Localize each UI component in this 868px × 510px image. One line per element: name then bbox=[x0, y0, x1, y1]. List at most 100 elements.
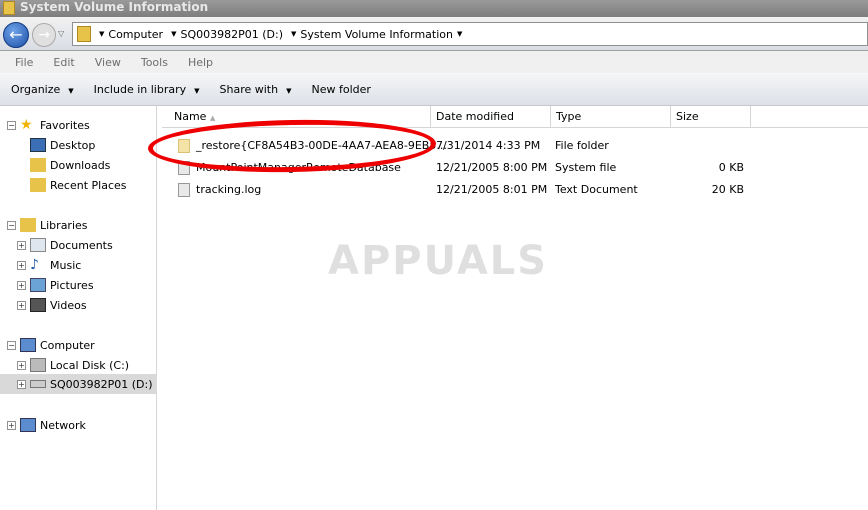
chevron-down-icon[interactable]: ▼ bbox=[99, 30, 104, 38]
expand-icon[interactable]: + bbox=[17, 240, 26, 250]
pictures-icon bbox=[30, 278, 46, 292]
chevron-down-icon[interactable]: ▼ bbox=[291, 30, 296, 38]
file-type: Text Document bbox=[555, 183, 638, 196]
nav-downloads[interactable]: Downloads bbox=[30, 155, 110, 175]
menu-bar: File Edit View Tools Help bbox=[0, 51, 868, 73]
star-icon: ★ bbox=[20, 117, 33, 133]
videos-icon bbox=[30, 298, 46, 312]
breadcrumb-folder[interactable]: System Volume Information bbox=[300, 28, 453, 41]
chevron-down-icon: ▼ bbox=[286, 86, 292, 95]
column-size[interactable]: Size bbox=[671, 106, 751, 128]
file-date: 12/21/2005 8:01 PM bbox=[436, 183, 548, 196]
command-bar: Organize ▼ Include in library ▼ Share with… bbox=[0, 73, 868, 106]
libraries-icon bbox=[20, 218, 36, 232]
nav-label: Desktop bbox=[50, 138, 96, 152]
chevron-down-icon[interactable]: ▼ bbox=[171, 30, 176, 38]
include-in-library-button[interactable]: Include in library ▼ bbox=[94, 83, 200, 96]
expand-icon[interactable]: + bbox=[17, 360, 26, 370]
network-icon bbox=[20, 418, 36, 432]
nav-network[interactable]: + Network bbox=[7, 415, 86, 435]
chevron-down-icon: ▼ bbox=[194, 86, 200, 95]
nav-documents[interactable]: + Documents bbox=[17, 235, 113, 255]
address-row: ← → ▽ ▼ Computer ▼ SQ003982P01 (D:) ▼ Syste… bbox=[0, 17, 868, 51]
downloads-icon bbox=[30, 158, 46, 172]
menu-file[interactable]: File bbox=[15, 56, 33, 69]
file-row[interactable]: tracking.log 12/21/2005 8:01 PM Text Doc… bbox=[162, 179, 868, 201]
nav-label: Local Disk (C:) bbox=[50, 358, 130, 372]
expand-icon[interactable]: + bbox=[17, 300, 26, 310]
menu-help[interactable]: Help bbox=[188, 56, 213, 69]
nav-label: Downloads bbox=[50, 158, 111, 172]
share-label: Share with bbox=[219, 82, 279, 96]
breadcrumb-drive[interactable]: SQ003982P01 (D:) bbox=[180, 28, 283, 41]
nav-label: Pictures bbox=[50, 278, 94, 292]
nav-label: Computer bbox=[40, 338, 95, 352]
nav-videos[interactable]: + Videos bbox=[17, 295, 87, 315]
computer-icon bbox=[20, 338, 36, 352]
title-bar: System Volume Information bbox=[0, 0, 868, 17]
recent-pages-dropdown[interactable]: ▽ bbox=[58, 29, 64, 38]
folder-icon bbox=[3, 1, 15, 15]
documents-icon bbox=[30, 238, 46, 252]
folder-icon bbox=[77, 26, 91, 42]
expand-icon[interactable]: + bbox=[17, 379, 26, 389]
sort-ascending-icon: ▲ bbox=[209, 114, 216, 122]
nav-recent-places[interactable]: Recent Places bbox=[30, 175, 127, 195]
new-folder-button[interactable]: New folder bbox=[311, 83, 370, 96]
chevron-down-icon: ▼ bbox=[68, 86, 74, 95]
file-date: 7/31/2014 4:33 PM bbox=[436, 139, 541, 152]
nav-desktop[interactable]: Desktop bbox=[30, 135, 95, 155]
organize-button[interactable]: Organize ▼ bbox=[11, 83, 74, 96]
collapse-icon[interactable]: − bbox=[7, 220, 16, 230]
nav-local-disk[interactable]: + Local Disk (C:) bbox=[17, 355, 129, 375]
nav-label: Documents bbox=[50, 238, 113, 252]
address-bar[interactable]: ▼ Computer ▼ SQ003982P01 (D:) ▼ System Volu… bbox=[72, 22, 868, 46]
collapse-icon[interactable]: − bbox=[7, 120, 16, 130]
nav-drive-d[interactable]: + SQ003982P01 (D:) bbox=[0, 374, 157, 394]
file-date: 12/21/2005 8:00 PM bbox=[436, 161, 548, 174]
nav-libraries[interactable]: − Libraries bbox=[7, 215, 88, 235]
breadcrumb-computer[interactable]: Computer bbox=[108, 28, 163, 41]
recent-places-icon bbox=[30, 178, 46, 192]
navigation-pane: − ★ Favorites Desktop Downloads Recent Pla… bbox=[0, 106, 157, 510]
column-type[interactable]: Type bbox=[551, 106, 671, 128]
drive-icon bbox=[30, 358, 46, 372]
nav-label: Recent Places bbox=[50, 178, 127, 192]
forward-button[interactable]: → bbox=[32, 23, 56, 47]
file-size: 0 KB bbox=[718, 161, 744, 174]
nav-label: Videos bbox=[50, 298, 87, 312]
menu-view[interactable]: View bbox=[95, 56, 121, 69]
expand-icon[interactable]: + bbox=[7, 420, 16, 430]
menu-tools[interactable]: Tools bbox=[141, 56, 168, 69]
file-type: System file bbox=[555, 161, 617, 174]
include-label: Include in library bbox=[93, 82, 187, 96]
organize-label: Organize bbox=[11, 82, 61, 96]
nav-favorites[interactable]: − ★ Favorites bbox=[7, 115, 90, 135]
nav-label: Libraries bbox=[40, 218, 88, 232]
file-type: File folder bbox=[555, 139, 609, 152]
nav-label: Music bbox=[50, 258, 82, 272]
nav-label: SQ003982P01 (D:) bbox=[50, 377, 153, 391]
back-button[interactable]: ← bbox=[3, 22, 29, 48]
window-title: System Volume Information bbox=[20, 0, 209, 14]
menu-edit[interactable]: Edit bbox=[53, 56, 74, 69]
locked-file-icon bbox=[178, 183, 190, 197]
nav-music[interactable]: + ♪ Music bbox=[17, 255, 81, 275]
removable-drive-icon bbox=[30, 380, 46, 388]
expand-icon[interactable]: + bbox=[17, 260, 26, 270]
watermark-logo: APPUALS bbox=[328, 238, 549, 284]
expand-icon[interactable]: + bbox=[17, 280, 26, 290]
file-name: tracking.log bbox=[196, 183, 262, 196]
music-icon: ♪ bbox=[30, 257, 39, 273]
nav-computer[interactable]: − Computer bbox=[7, 335, 95, 355]
share-with-button[interactable]: Share with ▼ bbox=[220, 83, 292, 96]
chevron-down-icon[interactable]: ▼ bbox=[457, 30, 462, 38]
desktop-icon bbox=[30, 138, 46, 152]
file-size: 20 KB bbox=[711, 183, 744, 196]
nav-label: Network bbox=[40, 418, 86, 432]
column-date[interactable]: Date modified bbox=[431, 106, 551, 128]
nav-label: Favorites bbox=[40, 118, 90, 132]
collapse-icon[interactable]: − bbox=[7, 340, 16, 350]
nav-pictures[interactable]: + Pictures bbox=[17, 275, 94, 295]
column-label: Name bbox=[174, 110, 207, 123]
